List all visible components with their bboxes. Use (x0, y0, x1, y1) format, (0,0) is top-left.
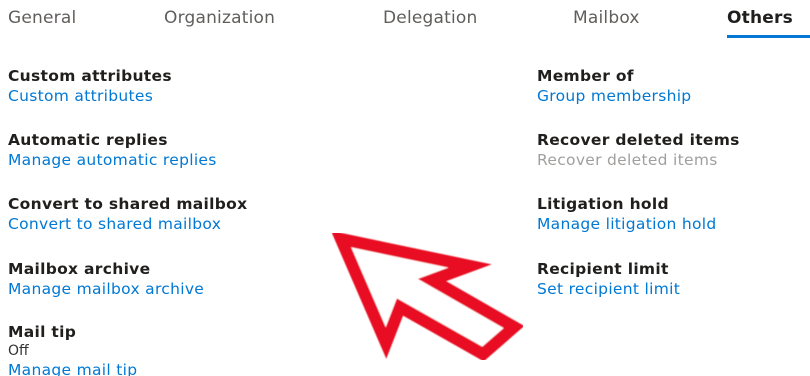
custom-attributes-section: Custom attributes Custom attributes (8, 66, 172, 107)
convert-shared-mailbox-section: Convert to shared mailbox Convert to sha… (8, 194, 247, 235)
recover-deleted-items-section: Recover deleted items Recover deleted it… (537, 130, 740, 171)
mail-tip-heading: Mail tip (8, 323, 77, 341)
manage-litigation-hold-link[interactable]: Manage litigation hold (537, 214, 717, 235)
arrow-outline-icon (330, 230, 525, 362)
others-panel: General Organization Delegation Mailbox … (0, 0, 810, 376)
mail-tip-section: Mail tip Off Manage mail tip (8, 322, 137, 376)
automatic-replies-section: Automatic replies Manage automatic repli… (8, 130, 217, 171)
recover-deleted-items-heading: Recover deleted items (537, 131, 740, 149)
tab-general[interactable]: General (8, 8, 76, 28)
recover-deleted-items-link: Recover deleted items (537, 151, 718, 169)
automatic-replies-heading: Automatic replies (8, 131, 168, 149)
tab-mailbox[interactable]: Mailbox (573, 8, 640, 28)
mailbox-archive-heading: Mailbox archive (8, 260, 151, 278)
manage-mailbox-archive-link[interactable]: Manage mailbox archive (8, 279, 204, 300)
mailbox-archive-section: Mailbox archive Manage mailbox archive (8, 259, 204, 300)
red-arrow-annotation (330, 230, 525, 362)
member-of-heading: Member of (537, 67, 634, 85)
set-recipient-limit-link[interactable]: Set recipient limit (537, 279, 680, 300)
group-membership-link[interactable]: Group membership (537, 86, 691, 107)
litigation-hold-section: Litigation hold Manage litigation hold (537, 194, 717, 235)
custom-attributes-link[interactable]: Custom attributes (8, 86, 172, 107)
recipient-limit-heading: Recipient limit (537, 260, 669, 278)
member-of-section: Member of Group membership (537, 66, 691, 107)
recipient-limit-section: Recipient limit Set recipient limit (537, 259, 680, 300)
manage-automatic-replies-link[interactable]: Manage automatic replies (8, 150, 217, 171)
mail-tip-value: Off (8, 343, 29, 359)
tab-organization[interactable]: Organization (164, 8, 275, 28)
custom-attributes-heading: Custom attributes (8, 67, 172, 85)
active-tab-indicator (727, 35, 810, 38)
tab-bar: General Organization Delegation Mailbox … (0, 0, 810, 40)
tab-others[interactable]: Others (727, 8, 793, 28)
tab-delegation[interactable]: Delegation (383, 8, 478, 28)
litigation-hold-heading: Litigation hold (537, 195, 669, 213)
convert-shared-mailbox-heading: Convert to shared mailbox (8, 195, 248, 213)
convert-shared-mailbox-link[interactable]: Convert to shared mailbox (8, 214, 247, 235)
manage-mail-tip-link[interactable]: Manage mail tip (8, 360, 137, 376)
